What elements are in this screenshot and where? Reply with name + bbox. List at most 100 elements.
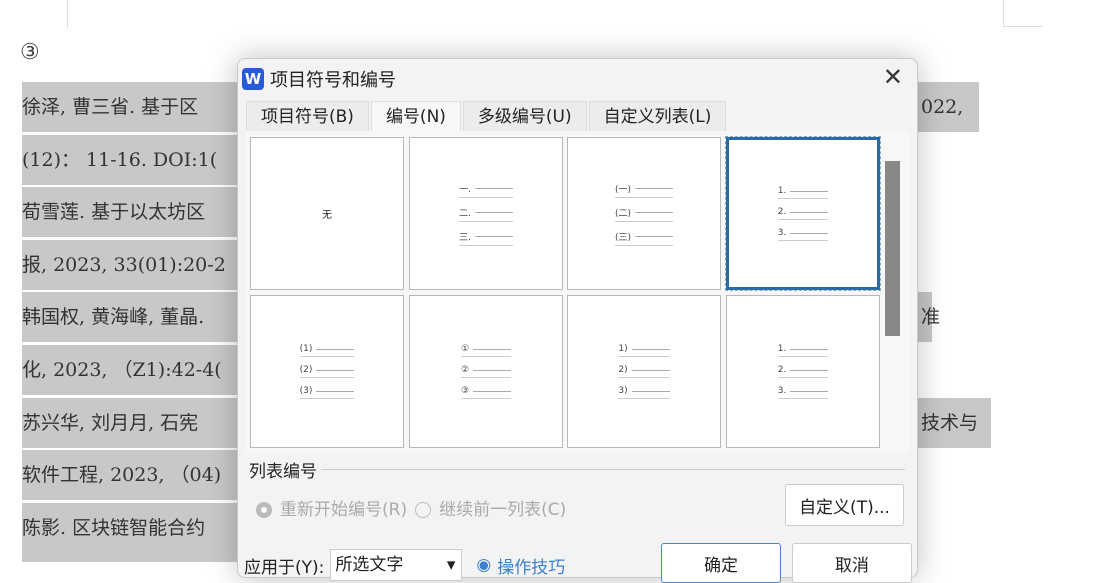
preview-row: (二) [614,206,674,222]
preview-number: 1. [777,186,787,196]
numbering-preview: 1. 2. 3. [777,344,829,399]
preview-line [474,211,513,213]
doc-line[interactable]: 荀雪莲. 基于以太坊区 [22,187,262,237]
preview-line [474,187,513,189]
preview-row: 1) [618,344,670,357]
preview-row: (2) [299,365,355,378]
numbering-option[interactable]: 一. 二. 三. [409,137,563,290]
preview-line [631,390,670,392]
cancel-button[interactable]: 取消 [792,543,912,583]
tab-multilevel[interactable]: 多级编号(U) [462,101,587,131]
numbering-gallery: 无 一. 二. 三. (一) (二) (三) 1. 2. 3. (1) (2) (3) ① ② ③ 1) 2) 3… [245,131,909,453]
numbering-option[interactable]: ① ② ③ [409,295,563,448]
radio-selected-icon [256,502,272,518]
tab-bullets[interactable]: 项目符号(B) [246,101,369,131]
preview-number: ③ [460,386,470,396]
preview-line [316,348,355,350]
preview-line [790,190,829,192]
preview-number: 2. [777,365,787,375]
numbering-preview: (1) (2) (3) [299,344,355,399]
preview-row: 三. [459,230,513,246]
none-label: 无 [322,210,332,221]
numbering-preview: 1. 2. 3. [777,186,829,241]
preview-number: (三) [614,232,632,243]
preview-line [790,348,829,350]
doc-line[interactable]: 陈影. 区块链智能合约 [22,503,262,562]
numbering-option[interactable]: (1) (2) (3) [250,295,404,448]
radio-icon [415,502,432,518]
preview-number: 3. [777,386,787,396]
bullets-numbering-dialog: W 项目符号和编号 ✕ 项目符号(B) 编号(N) 多级编号(U) 自定义列表(… [237,58,918,583]
doc-line-fragment[interactable]: 技术与 [917,398,991,448]
preview-line [474,235,513,237]
preview-line [635,187,674,189]
preview-row: ② [460,365,512,378]
preview-row: 3. [777,386,829,399]
preview-line [631,348,670,350]
dialog-footer: 应用于(Y): 所选文字 ▾ ◉ 操作技巧 [244,549,565,581]
doc-line[interactable]: (12)： 11-16. DOI:1( [22,135,262,185]
doc-line[interactable]: 软件工程, 2023, （04) [22,450,262,500]
preview-number: 1) [618,344,628,354]
numbering-option[interactable]: 1. 2. 3. [725,136,881,291]
numbering-preview: 一. 二. 三. [459,182,513,246]
doc-line[interactable]: 化, 2023, （Z1):42-4( [22,345,262,395]
apply-to-select[interactable]: 所选文字 ▾ [330,549,463,581]
margin-guide [1003,0,1043,27]
preview-line [473,390,512,392]
preview-line [790,232,829,234]
tab-numbering[interactable]: 编号(N) [370,101,461,131]
preview-number: 1. [777,344,787,354]
preview-number: ① [460,344,470,354]
preview-number: ② [460,365,470,375]
numbering-preview: (一) (二) (三) [614,182,674,246]
preview-number: (3) [299,386,313,396]
numbering-preview: 1) 2) 3) [618,344,670,399]
preview-line [790,369,829,371]
preview-row: 2. [777,365,829,378]
close-icon[interactable]: ✕ [883,63,903,91]
preview-number: 2) [618,365,628,375]
tips-play-icon: ◉ [476,555,492,575]
numbering-option-none[interactable]: 无 [250,137,404,290]
chevron-down-icon: ▾ [446,555,456,575]
numbering-option[interactable]: 1) 2) 3) [567,295,721,448]
doc-line-fragment[interactable]: 准 [917,292,940,342]
preview-row: ① [460,344,512,357]
tab-custom-list[interactable]: 自定义列表(L) [588,101,727,131]
continue-list-radio[interactable]: 继续前一列表(C) [415,495,566,520]
preview-row: 3. [777,228,829,241]
preview-number: 二. [459,208,471,219]
preview-line [635,235,674,237]
doc-line-fragment[interactable]: 022, [917,82,979,132]
tips-link[interactable]: 操作技巧 [497,553,565,578]
preview-row: 1. [777,186,829,199]
preview-row: 一. [459,182,513,198]
apply-to-label: 应用于(Y): [244,557,325,578]
preview-row: 1. [777,344,829,357]
preview-row: (三) [614,230,674,246]
preview-number: 一. [459,184,471,195]
list-numbering-options: 重新开始编号(R) 继续前一列表(C) [256,495,566,520]
preview-number: 2. [777,207,787,217]
restart-numbering-radio[interactable]: 重新开始编号(R) [256,495,407,520]
list-numbering-section: 列表编号 [249,457,905,482]
numbering-option[interactable]: (一) (二) (三) [567,137,721,290]
preview-number: (1) [299,344,313,354]
numbering-option[interactable]: 1. 2. 3. [726,295,880,448]
numbering-preview: ① ② ③ [460,344,512,399]
preview-line [790,390,829,392]
dialog-title-bar: W 项目符号和编号 [242,65,396,93]
apply-to-value: 所选文字 [335,555,404,575]
dialog-title: 项目符号和编号 [270,70,396,91]
restart-numbering-label: 重新开始编号(R) [280,500,408,520]
document-marker: ③ [20,40,40,65]
preview-line [316,390,355,392]
ok-button[interactable]: 确定 [661,543,781,583]
customize-button[interactable]: 自定义(T)... [785,484,904,526]
preview-number: 三. [459,232,471,243]
preview-line [635,211,674,213]
gallery-scrollbar[interactable] [885,161,900,336]
preview-number: (2) [299,365,313,375]
doc-line[interactable]: 报, 2023, 33(01):20-2 [22,240,262,290]
